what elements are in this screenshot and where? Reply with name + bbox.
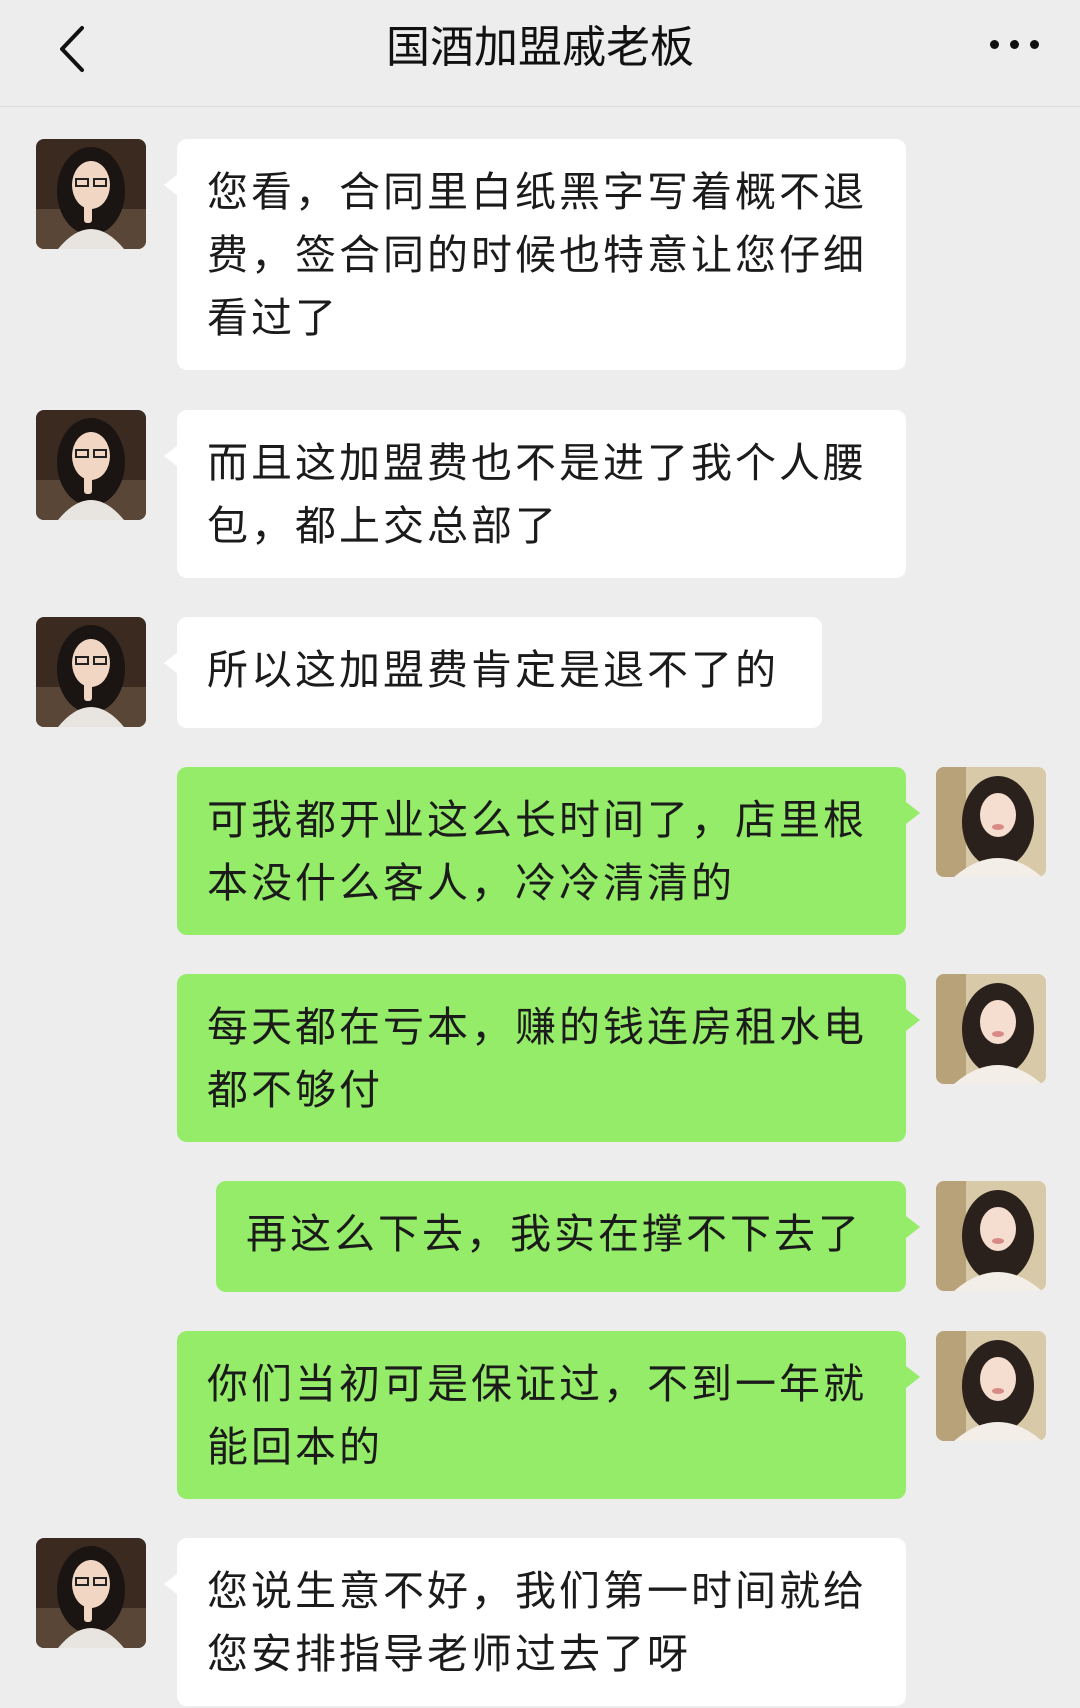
message-bubble[interactable]: 您说生意不好，我们第一时间就给您安排指导老师过去了呀 [177, 1538, 906, 1706]
avatar-self[interactable] [936, 1181, 1046, 1291]
avatar-self[interactable] [936, 974, 1046, 1084]
avatar-contact[interactable] [36, 410, 146, 520]
chat-header: 国酒加盟戚老板 [0, 0, 1080, 107]
message-bubble[interactable]: 可我都开业这么长时间了，店里根本没什么客人，冷冷清清的 [177, 767, 906, 935]
more-dots-icon[interactable] [990, 36, 1040, 52]
chat-title: 国酒加盟戚老板 [386, 22, 694, 73]
chevron-left-icon[interactable] [54, 24, 94, 74]
message-bubble[interactable]: 你们当初可是保证过，不到一年就能回本的 [177, 1331, 906, 1499]
avatar-contact[interactable] [36, 139, 146, 249]
message-bubble[interactable]: 所以这加盟费肯定是退不了的 [177, 617, 822, 728]
avatar-self[interactable] [936, 1331, 1046, 1441]
message-bubble[interactable]: 每天都在亏本，赚的钱连房租水电都不够付 [177, 974, 906, 1142]
avatar-contact[interactable] [36, 617, 146, 727]
avatar-self[interactable] [936, 767, 1046, 877]
message-bubble[interactable]: 您看，合同里白纸黑字写着概不退费，签合同的时候也特意让您仔细看过了 [177, 139, 906, 370]
message-bubble[interactable]: 再这么下去，我实在撑不下去了 [216, 1181, 906, 1292]
avatar-contact[interactable] [36, 1538, 146, 1648]
message-bubble[interactable]: 而且这加盟费也不是进了我个人腰包，都上交总部了 [177, 410, 906, 578]
